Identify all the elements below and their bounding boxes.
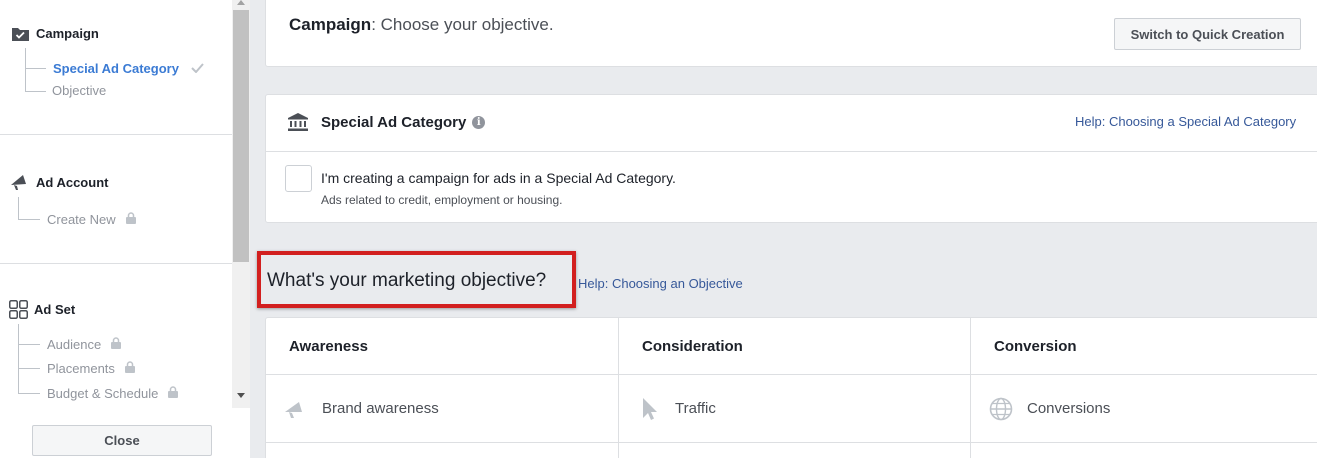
- objective-option-brand-awareness[interactable]: Brand awareness: [266, 375, 618, 443]
- tree-line: [18, 324, 19, 393]
- special-ad-category-card: Special Ad Category i Help: Choosing a S…: [265, 94, 1317, 223]
- sidebar-item-label: Placements: [47, 361, 115, 376]
- sidebar-item-label: Budget & Schedule: [47, 386, 159, 401]
- sidebar-section-campaign-label: Campaign: [36, 25, 99, 41]
- sidebar-item-create-new[interactable]: Create New: [47, 212, 136, 227]
- help-choosing-objective-link[interactable]: Help: Choosing an Objective: [578, 276, 743, 291]
- column-header: Consideration: [619, 318, 970, 375]
- special-ad-category-title: Special Ad Category i: [321, 114, 486, 131]
- page-title: Campaign: Choose your objective.: [289, 15, 554, 35]
- globe-icon: [989, 397, 1013, 421]
- main-content: Campaign: Choose your objective. Switch …: [250, 0, 1317, 458]
- sidebar-scrollbar[interactable]: [232, 0, 250, 408]
- scroll-down-icon[interactable]: [237, 393, 245, 398]
- sidebar-section-ad-account[interactable]: Ad Account: [10, 172, 108, 192]
- tree-line: [18, 368, 40, 369]
- column-header: Awareness: [266, 318, 618, 375]
- help-special-ad-category-link[interactable]: Help: Choosing a Special Ad Category: [1075, 114, 1296, 129]
- objective-option-label: Conversions: [1027, 400, 1111, 417]
- tree-line: [25, 68, 46, 69]
- campaign-header-card: Campaign: Choose your objective. Switch …: [265, 0, 1317, 67]
- megaphone-icon: [284, 397, 308, 421]
- tree-line: [18, 393, 40, 394]
- tree-line: [18, 219, 40, 220]
- sidebar-divider: [0, 134, 232, 135]
- objective-option-traffic[interactable]: Traffic: [619, 375, 970, 443]
- sidebar-item-label: Audience: [47, 337, 102, 352]
- page-title-rest: : Choose your objective.: [371, 15, 554, 34]
- sidebar-item-objective[interactable]: Objective: [52, 83, 106, 98]
- sidebar-section-campaign[interactable]: Campaign: [10, 23, 99, 43]
- column-header: Conversion: [971, 318, 1317, 375]
- sidebar-divider: [0, 263, 232, 264]
- lock-icon: [168, 386, 179, 401]
- bank-icon: [288, 113, 308, 136]
- special-ad-category-title-text: Special Ad Category: [321, 114, 467, 131]
- sidebar-section-ad-account-label: Ad Account: [36, 174, 109, 190]
- objective-column-conversion: Conversion Conversions: [971, 318, 1317, 458]
- objective-column-awareness: Awareness Brand awareness: [266, 318, 619, 458]
- sidebar-item-label: Objective: [52, 83, 107, 98]
- sidebar-item-label: Create New: [47, 212, 116, 227]
- sidebar-item-special-ad-category[interactable]: Special Ad Category: [53, 61, 204, 76]
- objective-heading: What's your marketing objective?: [267, 270, 547, 291]
- sidebar-bottom-gap: [232, 408, 250, 458]
- scroll-up-icon[interactable]: [237, 0, 245, 5]
- close-button[interactable]: Close: [32, 425, 212, 456]
- objective-option-label: Traffic: [675, 400, 716, 417]
- page-title-bold: Campaign: [289, 15, 372, 34]
- objective-option-label: Brand awareness: [322, 400, 439, 417]
- campaign-folder-icon: [10, 23, 30, 43]
- sidebar-item-label: Special Ad Category: [53, 61, 179, 76]
- special-ad-category-checkbox-label: I'm creating a campaign for ads in a Spe…: [321, 170, 676, 186]
- tree-line: [18, 344, 40, 345]
- sidebar-section-ad-set[interactable]: Ad Set: [8, 299, 75, 319]
- tree-line: [18, 197, 19, 219]
- tree-line: [25, 48, 26, 91]
- objective-option-conversions[interactable]: Conversions: [971, 375, 1317, 443]
- special-ad-category-header: Special Ad Category i Help: Choosing a S…: [266, 95, 1317, 152]
- sidebar-item-audience[interactable]: Audience: [47, 337, 122, 352]
- sidebar-item-placements[interactable]: Placements: [47, 361, 135, 376]
- cursor-icon: [637, 397, 661, 421]
- switch-to-quick-creation-button[interactable]: Switch to Quick Creation: [1114, 18, 1301, 50]
- scroll-thumb[interactable]: [233, 10, 249, 262]
- sidebar-item-budget-schedule[interactable]: Budget & Schedule: [47, 386, 179, 401]
- special-ad-category-checkbox[interactable]: [285, 165, 312, 192]
- tree-line: [25, 91, 46, 92]
- check-icon: [191, 61, 204, 76]
- grid-icon: [8, 299, 28, 319]
- lock-icon: [124, 361, 135, 376]
- objective-column-consideration: Consideration Traffic: [619, 318, 971, 458]
- sidebar-section-ad-set-label: Ad Set: [34, 301, 76, 317]
- lock-icon: [111, 337, 122, 352]
- sidebar: Campaign Special Ad Category Objective A…: [0, 0, 232, 458]
- info-icon[interactable]: i: [472, 116, 486, 129]
- megaphone-icon: [10, 172, 30, 192]
- lock-icon: [125, 212, 136, 227]
- objective-heading-highlight: What's your marketing objective?: [257, 251, 576, 308]
- special-ad-category-checkbox-description: Ads related to credit, employment or hou…: [321, 193, 563, 207]
- objectives-table: Awareness Brand awareness Consideration …: [265, 317, 1317, 458]
